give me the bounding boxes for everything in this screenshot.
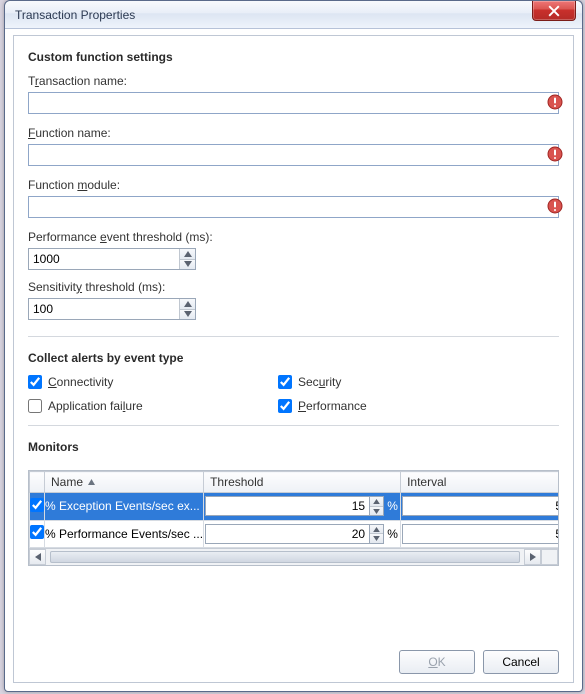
function-module-label: Function module: (28, 178, 559, 192)
row-interval-spinner[interactable] (402, 524, 558, 544)
section-alerts-heading: Collect alerts by event type (28, 351, 559, 365)
client-area: Custom function settings Transaction nam… (13, 35, 574, 683)
row-threshold-down[interactable] (370, 506, 383, 516)
function-module-input[interactable] (28, 196, 559, 218)
error-icon (547, 146, 563, 162)
table-row[interactable]: % Exception Events/sec ex... % minutes (30, 493, 559, 521)
titlebar[interactable]: Transaction Properties (5, 1, 582, 29)
row-name: % Performance Events/sec ... (45, 520, 204, 548)
close-button[interactable] (532, 1, 576, 21)
sensitivity-threshold-spinner[interactable] (28, 298, 196, 320)
scrollbar-track[interactable] (46, 549, 524, 565)
checkbox-performance[interactable]: Performance (278, 399, 559, 413)
error-icon (547, 94, 563, 110)
function-name-input[interactable] (28, 144, 559, 166)
checkbox-app-failure-input[interactable] (28, 399, 42, 413)
sensitivity-threshold-input[interactable] (29, 299, 179, 319)
row-threshold-input[interactable] (205, 496, 370, 516)
function-name-label: Function name: (28, 126, 559, 140)
row-threshold-up[interactable] (370, 525, 383, 534)
checkbox-app-failure[interactable]: Application failure (28, 399, 278, 413)
checkbox-security[interactable]: Security (278, 375, 559, 389)
scroll-right-button[interactable] (524, 549, 541, 565)
sort-asc-icon (87, 478, 96, 487)
sensitivity-threshold-down[interactable] (180, 309, 195, 320)
col-threshold[interactable]: Threshold (204, 472, 401, 493)
sensitivity-threshold-up[interactable] (180, 299, 195, 309)
row-threshold-spinner[interactable] (205, 496, 384, 516)
row-interval-input[interactable] (402, 524, 558, 544)
pct-label: % (386, 527, 399, 541)
table-row[interactable]: % Performance Events/sec ... % minutes (30, 520, 559, 548)
transaction-name-label: Transaction name: (28, 74, 559, 88)
checkbox-performance-input[interactable] (278, 399, 292, 413)
divider (28, 336, 559, 337)
monitors-grid: Name Threshold Interval % Exception Even… (28, 470, 559, 566)
window-title: Transaction Properties (15, 8, 135, 22)
horizontal-scrollbar[interactable] (29, 548, 558, 565)
scroll-left-button[interactable] (29, 549, 46, 565)
col-interval[interactable]: Interval (401, 472, 558, 493)
sensitivity-threshold-label: Sensitivity threshold (ms): (28, 280, 559, 294)
section-custom-heading: Custom function settings (28, 50, 559, 64)
scrollbar-thumb[interactable] (50, 551, 520, 563)
close-icon (548, 5, 560, 17)
transaction-name-input[interactable] (28, 92, 559, 114)
pct-label: % (386, 499, 399, 513)
col-name[interactable]: Name (45, 472, 204, 493)
row-interval-spinner[interactable] (402, 496, 558, 516)
ok-button[interactable]: OK (399, 650, 475, 674)
perf-threshold-spinner[interactable] (28, 248, 196, 270)
checkbox-connectivity-input[interactable] (28, 375, 42, 389)
scrollbar-corner (541, 549, 558, 565)
perf-threshold-input[interactable] (29, 249, 179, 269)
row-checkbox[interactable] (30, 525, 44, 539)
col-check[interactable] (30, 472, 45, 493)
divider (28, 425, 559, 426)
dialog-footer: OK Cancel (28, 640, 559, 674)
dialog-window: Transaction Properties Custom function s… (4, 0, 583, 692)
row-threshold-input[interactable] (205, 524, 370, 544)
row-threshold-spinner[interactable] (205, 524, 384, 544)
error-icon (547, 198, 563, 214)
row-threshold-up[interactable] (370, 497, 383, 506)
perf-threshold-label: Performance event threshold (ms): (28, 230, 559, 244)
row-threshold-down[interactable] (370, 533, 383, 543)
checkbox-security-input[interactable] (278, 375, 292, 389)
row-checkbox[interactable] (30, 498, 44, 512)
cancel-button[interactable]: Cancel (483, 650, 559, 674)
perf-threshold-down[interactable] (180, 259, 195, 270)
section-monitors-heading: Monitors (28, 440, 559, 454)
row-name: % Exception Events/sec ex... (45, 493, 204, 521)
row-interval-input[interactable] (402, 496, 558, 516)
checkbox-connectivity[interactable]: Connectivity (28, 375, 278, 389)
perf-threshold-up[interactable] (180, 249, 195, 259)
